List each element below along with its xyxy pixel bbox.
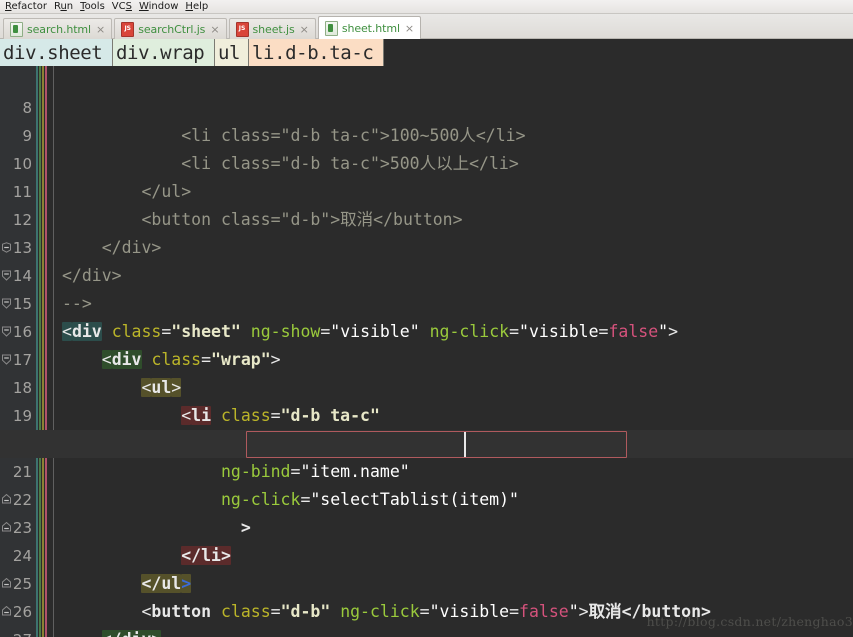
code-line[interactable]: 11 <button class="d-b">取消</button> [0, 150, 853, 178]
menu-label-vcs-pre: VC [112, 1, 126, 12]
code-editor[interactable]: 8 <li class="d-b ta-c">100~500人</li> 9 <… [0, 66, 853, 637]
tab-label: searchCtrl.js [138, 23, 205, 36]
menu-item-window[interactable]: Window [136, 1, 182, 13]
code-line[interactable]: 15 <div class="sheet" ng-show="visible" … [0, 262, 853, 290]
tab-label: search.html [27, 23, 91, 36]
menu-label-refactor-post: efactor [12, 1, 47, 12]
code-line[interactable]: 22 > [0, 458, 853, 486]
menu-mnemonic-help: H [185, 1, 193, 12]
code-line[interactable]: 10 </ul> [0, 122, 853, 150]
menu-mnemonic-window: W [139, 1, 149, 12]
breadcrumb-item-div-wrap[interactable]: div.wrap [113, 39, 215, 66]
tab-close-icon[interactable]: × [210, 24, 219, 35]
tab-label: sheet.js [253, 23, 295, 36]
line-number: 27 [0, 626, 32, 637]
menu-label-help-post: elp [193, 1, 208, 12]
menu-mnemonic-vcs: S [126, 1, 132, 12]
tab-close-icon[interactable]: × [405, 23, 414, 34]
breadcrumb-label: li.d-b.ta-c [252, 42, 373, 64]
tab-label: sheet.html [342, 22, 400, 35]
js-file-icon [236, 22, 249, 37]
ide-window: Refactor Run Tools VCS Window Help searc… [0, 0, 853, 637]
menu-item-run[interactable]: Run [51, 1, 77, 13]
menu-item-help[interactable]: Help [182, 1, 212, 13]
code-line[interactable]: 18 <li class="d-b ta-c" [0, 346, 853, 374]
menu-bar: Refactor Run Tools VCS Window Help [0, 0, 853, 14]
menu-label-tools-post: ools [85, 1, 105, 12]
breadcrumb-label: div.sheet [3, 42, 102, 64]
menu-item-refactor[interactable]: Refactor [2, 1, 51, 13]
tab-close-icon[interactable]: × [96, 24, 105, 35]
code-line[interactable]: 20 ng-bind="item.name" [0, 402, 853, 430]
code-line[interactable]: 8 <li class="d-b ta-c">100~500人</li> [0, 66, 853, 94]
code-line[interactable]: 14 --> [0, 234, 853, 262]
code-line[interactable]: 17 <ul> [0, 318, 853, 346]
code-line[interactable]: 24 </ul> [0, 514, 853, 542]
breadcrumb-label: div.wrap [116, 42, 204, 64]
tab-close-icon[interactable]: × [300, 24, 309, 35]
token-tag-close-div-wrap: </div> [102, 630, 162, 637]
menu-item-tools[interactable]: Tools [77, 1, 109, 13]
breadcrumb: div.sheet div.wrap ul li.d-b.ta-c [0, 39, 853, 66]
menu-item-vcs[interactable]: VCS [109, 1, 136, 13]
tab-sheet-js[interactable]: sheet.js × [229, 18, 316, 39]
code-line[interactable]: 13 </div> [0, 206, 853, 234]
code-lines: 8 <li class="d-b ta-c">100~500人</li> 9 <… [0, 66, 853, 626]
breadcrumb-item-li[interactable]: li.d-b.ta-c [249, 39, 384, 66]
html-file-icon [325, 21, 338, 36]
code-line[interactable]: 25 <button class="d-b" ng-click="visible… [0, 542, 853, 570]
code-line-current[interactable]: 21 ng-click="selectTablist(item)" [0, 430, 853, 458]
html-file-icon [10, 22, 23, 37]
editor-tab-bar: search.html × searchCtrl.js × sheet.js ×… [0, 14, 853, 39]
breadcrumb-item-div-sheet[interactable]: div.sheet [0, 39, 113, 66]
code-line[interactable]: 16 <div class="wrap"> [0, 290, 853, 318]
menu-label-window-post: indow [149, 1, 179, 12]
tab-searchctrl-js[interactable]: searchCtrl.js × [114, 18, 226, 39]
text-cursor [464, 432, 466, 457]
tab-sheet-html[interactable]: sheet.html × [318, 16, 421, 39]
code-line[interactable]: 26 </div> [0, 570, 853, 598]
code-line[interactable]: 9 <li class="d-b ta-c">500人以上</li> [0, 94, 853, 122]
menu-label-run-post: n [67, 1, 73, 12]
error-highlight-box [246, 431, 627, 458]
js-file-icon [121, 22, 134, 37]
code-line[interactable]: 19 ng-repeat="item in list" [0, 374, 853, 402]
breadcrumb-label: ul [218, 42, 240, 64]
code-line[interactable]: 23 </li> [0, 486, 853, 514]
breadcrumb-item-ul[interactable]: ul [215, 39, 249, 66]
tab-search-html[interactable]: search.html × [3, 18, 112, 39]
code-line[interactable]: 12 </div> [0, 178, 853, 206]
code-line[interactable]: 27 </div> [0, 598, 853, 626]
